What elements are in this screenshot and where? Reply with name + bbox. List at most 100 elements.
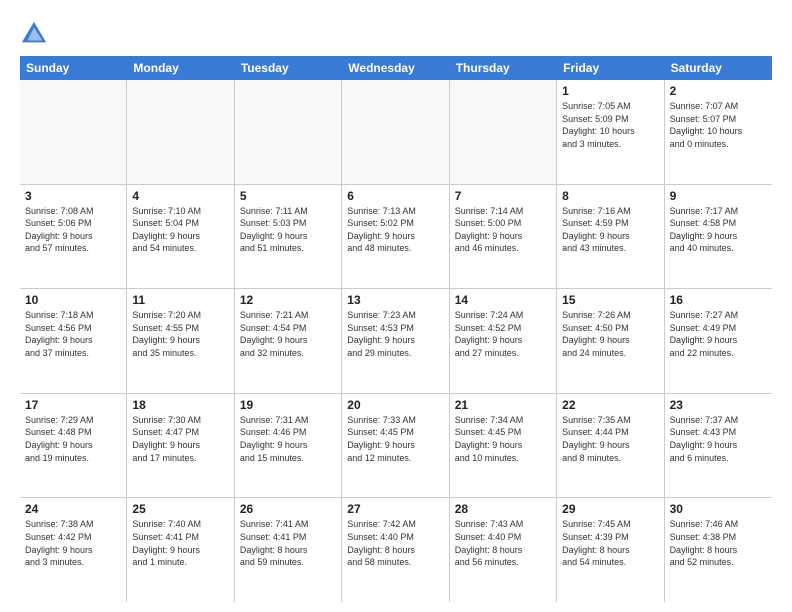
day-number: 30	[670, 502, 767, 516]
cell-info: Sunrise: 7:07 AM Sunset: 5:07 PM Dayligh…	[670, 100, 767, 150]
day-number: 9	[670, 189, 767, 203]
header-day-friday: Friday	[557, 56, 664, 80]
cal-cell: 25 Sunrise: 7:40 AM Sunset: 4:41 PM Dayli…	[127, 498, 234, 602]
day-number: 12	[240, 293, 336, 307]
cell-info: Sunrise: 7:45 AM Sunset: 4:39 PM Dayligh…	[562, 518, 658, 568]
cell-info: Sunrise: 7:17 AM Sunset: 4:58 PM Dayligh…	[670, 205, 767, 255]
day-number: 7	[455, 189, 551, 203]
cal-cell: 7 Sunrise: 7:14 AM Sunset: 5:00 PM Daylig…	[450, 185, 557, 289]
day-number: 19	[240, 398, 336, 412]
cal-cell: 27 Sunrise: 7:42 AM Sunset: 4:40 PM Dayli…	[342, 498, 449, 602]
cal-cell: 2 Sunrise: 7:07 AM Sunset: 5:07 PM Daylig…	[665, 80, 772, 184]
cal-cell: 13 Sunrise: 7:23 AM Sunset: 4:53 PM Dayli…	[342, 289, 449, 393]
header	[20, 16, 772, 48]
header-day-tuesday: Tuesday	[235, 56, 342, 80]
cal-cell: 20 Sunrise: 7:33 AM Sunset: 4:45 PM Dayli…	[342, 394, 449, 498]
cell-info: Sunrise: 7:26 AM Sunset: 4:50 PM Dayligh…	[562, 309, 658, 359]
cell-info: Sunrise: 7:35 AM Sunset: 4:44 PM Dayligh…	[562, 414, 658, 464]
day-number: 5	[240, 189, 336, 203]
cell-info: Sunrise: 7:38 AM Sunset: 4:42 PM Dayligh…	[25, 518, 121, 568]
day-number: 28	[455, 502, 551, 516]
day-number: 20	[347, 398, 443, 412]
cell-info: Sunrise: 7:23 AM Sunset: 4:53 PM Dayligh…	[347, 309, 443, 359]
day-number: 27	[347, 502, 443, 516]
header-day-sunday: Sunday	[20, 56, 127, 80]
cell-info: Sunrise: 7:16 AM Sunset: 4:59 PM Dayligh…	[562, 205, 658, 255]
calendar: SundayMondayTuesdayWednesdayThursdayFrid…	[20, 56, 772, 602]
day-number: 16	[670, 293, 767, 307]
cal-cell: 19 Sunrise: 7:31 AM Sunset: 4:46 PM Dayli…	[235, 394, 342, 498]
header-day-wednesday: Wednesday	[342, 56, 449, 80]
day-number: 13	[347, 293, 443, 307]
cell-info: Sunrise: 7:05 AM Sunset: 5:09 PM Dayligh…	[562, 100, 658, 150]
cal-cell: 12 Sunrise: 7:21 AM Sunset: 4:54 PM Dayli…	[235, 289, 342, 393]
day-number: 10	[25, 293, 121, 307]
header-day-saturday: Saturday	[665, 56, 772, 80]
header-day-monday: Monday	[127, 56, 234, 80]
calendar-header: SundayMondayTuesdayWednesdayThursdayFrid…	[20, 56, 772, 80]
header-day-thursday: Thursday	[450, 56, 557, 80]
cal-cell: 30 Sunrise: 7:46 AM Sunset: 4:38 PM Dayli…	[665, 498, 772, 602]
cell-info: Sunrise: 7:43 AM Sunset: 4:40 PM Dayligh…	[455, 518, 551, 568]
day-number: 17	[25, 398, 121, 412]
day-number: 4	[132, 189, 228, 203]
cell-info: Sunrise: 7:42 AM Sunset: 4:40 PM Dayligh…	[347, 518, 443, 568]
cal-cell: 14 Sunrise: 7:24 AM Sunset: 4:52 PM Dayli…	[450, 289, 557, 393]
cell-info: Sunrise: 7:11 AM Sunset: 5:03 PM Dayligh…	[240, 205, 336, 255]
day-number: 6	[347, 189, 443, 203]
cal-cell: 28 Sunrise: 7:43 AM Sunset: 4:40 PM Dayli…	[450, 498, 557, 602]
cal-cell: 21Sunrise: 7:34 AM Sunset: 4:45 PM Dayli…	[450, 394, 557, 498]
day-number: 24	[25, 502, 121, 516]
cal-cell: 10Sunrise: 7:18 AM Sunset: 4:56 PM Dayli…	[20, 289, 127, 393]
week-row-1: 1 Sunrise: 7:05 AM Sunset: 5:09 PM Daylig…	[20, 80, 772, 185]
cell-info: Sunrise: 7:21 AM Sunset: 4:54 PM Dayligh…	[240, 309, 336, 359]
cal-cell: 11 Sunrise: 7:20 AM Sunset: 4:55 PM Dayli…	[127, 289, 234, 393]
cal-cell: 24 Sunrise: 7:38 AM Sunset: 4:42 PM Dayli…	[20, 498, 127, 602]
day-number: 14	[455, 293, 551, 307]
cell-info: Sunrise: 7:20 AM Sunset: 4:55 PM Dayligh…	[132, 309, 228, 359]
cal-cell: 16Sunrise: 7:27 AM Sunset: 4:49 PM Dayli…	[665, 289, 772, 393]
day-number: 11	[132, 293, 228, 307]
cell-info: Sunrise: 7:30 AM Sunset: 4:47 PM Dayligh…	[132, 414, 228, 464]
day-number: 3	[25, 189, 121, 203]
cal-cell: 18 Sunrise: 7:30 AM Sunset: 4:47 PM Dayli…	[127, 394, 234, 498]
week-row-3: 10Sunrise: 7:18 AM Sunset: 4:56 PM Dayli…	[20, 289, 772, 394]
cell-info: Sunrise: 7:46 AM Sunset: 4:38 PM Dayligh…	[670, 518, 767, 568]
cell-info: Sunrise: 7:41 AM Sunset: 4:41 PM Dayligh…	[240, 518, 336, 568]
cal-cell	[450, 80, 557, 184]
logo-icon	[20, 20, 48, 48]
cal-cell: 6 Sunrise: 7:13 AM Sunset: 5:02 PM Daylig…	[342, 185, 449, 289]
cell-info: Sunrise: 7:40 AM Sunset: 4:41 PM Dayligh…	[132, 518, 228, 568]
cal-cell: 5 Sunrise: 7:11 AM Sunset: 5:03 PM Daylig…	[235, 185, 342, 289]
cal-cell: 23 Sunrise: 7:37 AM Sunset: 4:43 PM Dayli…	[665, 394, 772, 498]
cal-cell: 4 Sunrise: 7:10 AM Sunset: 5:04 PM Daylig…	[127, 185, 234, 289]
week-row-5: 24 Sunrise: 7:38 AM Sunset: 4:42 PM Dayli…	[20, 498, 772, 602]
day-number: 23	[670, 398, 767, 412]
day-number: 26	[240, 502, 336, 516]
day-number: 18	[132, 398, 228, 412]
cell-info: Sunrise: 7:24 AM Sunset: 4:52 PM Dayligh…	[455, 309, 551, 359]
cal-cell: 15 Sunrise: 7:26 AM Sunset: 4:50 PM Dayli…	[557, 289, 664, 393]
cell-info: Sunrise: 7:13 AM Sunset: 5:02 PM Dayligh…	[347, 205, 443, 255]
day-number: 1	[562, 84, 658, 98]
cell-info: Sunrise: 7:33 AM Sunset: 4:45 PM Dayligh…	[347, 414, 443, 464]
day-number: 15	[562, 293, 658, 307]
cal-cell: 17Sunrise: 7:29 AM Sunset: 4:48 PM Dayli…	[20, 394, 127, 498]
calendar-body: 1 Sunrise: 7:05 AM Sunset: 5:09 PM Daylig…	[20, 80, 772, 602]
cal-cell: 26 Sunrise: 7:41 AM Sunset: 4:41 PM Dayli…	[235, 498, 342, 602]
cal-cell	[20, 80, 127, 184]
day-number: 29	[562, 502, 658, 516]
cell-info: Sunrise: 7:14 AM Sunset: 5:00 PM Dayligh…	[455, 205, 551, 255]
cell-info: Sunrise: 7:31 AM Sunset: 4:46 PM Dayligh…	[240, 414, 336, 464]
cal-cell: 8Sunrise: 7:16 AM Sunset: 4:59 PM Daylig…	[557, 185, 664, 289]
cell-info: Sunrise: 7:37 AM Sunset: 4:43 PM Dayligh…	[670, 414, 767, 464]
cal-cell: 9 Sunrise: 7:17 AM Sunset: 4:58 PM Daylig…	[665, 185, 772, 289]
cell-info: Sunrise: 7:10 AM Sunset: 5:04 PM Dayligh…	[132, 205, 228, 255]
day-number: 25	[132, 502, 228, 516]
cell-info: Sunrise: 7:08 AM Sunset: 5:06 PM Dayligh…	[25, 205, 121, 255]
cal-cell	[342, 80, 449, 184]
day-number: 2	[670, 84, 767, 98]
cal-cell: 22Sunrise: 7:35 AM Sunset: 4:44 PM Dayli…	[557, 394, 664, 498]
cal-cell: 3 Sunrise: 7:08 AM Sunset: 5:06 PM Daylig…	[20, 185, 127, 289]
cal-cell: 1 Sunrise: 7:05 AM Sunset: 5:09 PM Daylig…	[557, 80, 664, 184]
